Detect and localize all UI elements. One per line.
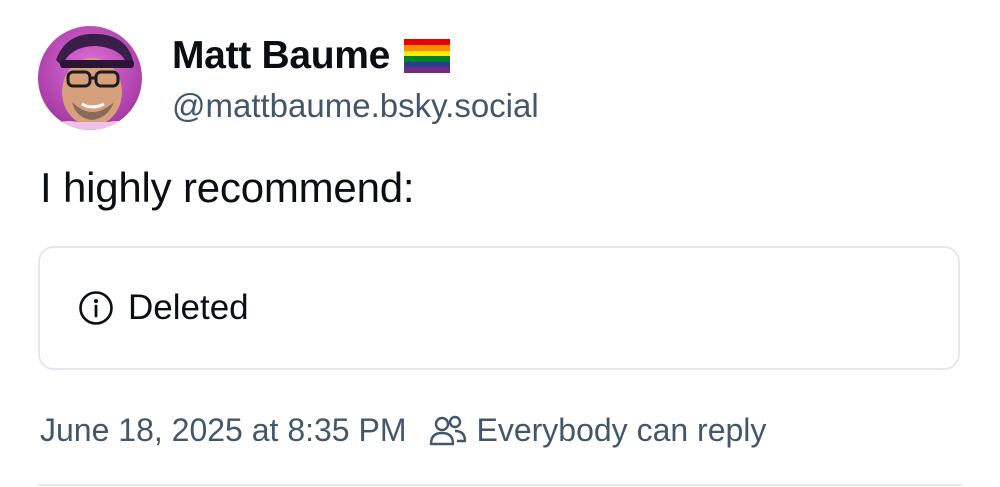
post-timestamp[interactable]: June 18, 2025 at 8:35 PM (40, 412, 406, 449)
avatar[interactable] (38, 26, 142, 130)
divider (38, 484, 962, 486)
reply-setting-label: Everybody can reply (476, 412, 767, 448)
author-names: Matt Baume @mattbaume.bsky.social (172, 31, 539, 125)
post: Matt Baume @mattbaume.bsky.social I high… (0, 0, 1000, 487)
post-text: I highly recommend: (40, 164, 415, 211)
deleted-label: Deleted (128, 288, 249, 327)
quoted-post-card[interactable]: Deleted (38, 246, 960, 370)
author-handle[interactable]: @mattbaume.bsky.social (172, 87, 539, 125)
post-header: Matt Baume @mattbaume.bsky.social (38, 26, 539, 130)
info-circle-icon (78, 290, 114, 326)
rainbow-flag-icon (404, 39, 451, 73)
author-display-name[interactable]: Matt Baume (172, 34, 390, 78)
reply-setting[interactable]: Everybody can reply (428, 412, 766, 449)
display-name-row: Matt Baume (172, 31, 539, 81)
post-meta: June 18, 2025 at 8:35 PM Everybody can r… (40, 412, 766, 449)
people-icon (428, 413, 468, 449)
